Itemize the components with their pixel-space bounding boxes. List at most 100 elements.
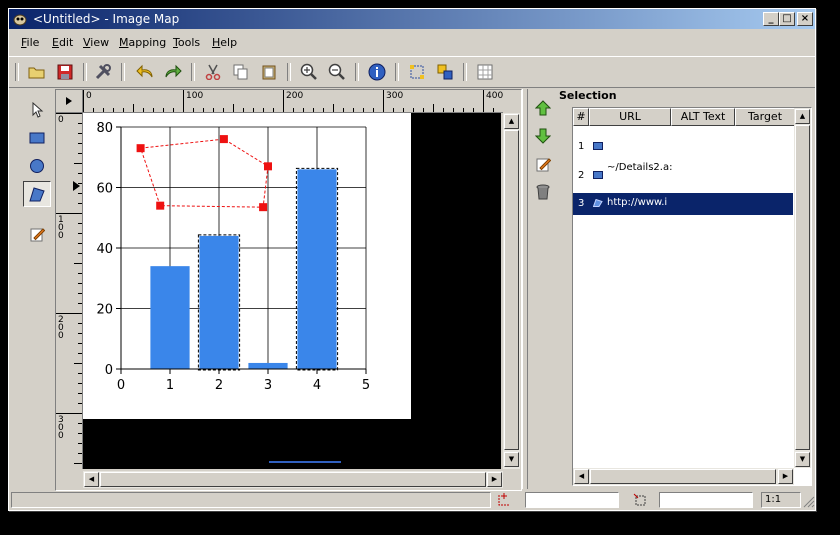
save-icon[interactable] [55, 62, 75, 82]
arrow-icon[interactable] [23, 97, 51, 123]
polygon-icon [593, 199, 603, 207]
selection-table[interactable]: # URL ALT Text Target 1 2 ~/Details2.a: … [572, 107, 812, 486]
bar [150, 266, 190, 369]
arrange-icon[interactable] [435, 62, 455, 82]
scroll-down-button[interactable]: ▼ [504, 452, 519, 467]
polygon-handle [136, 144, 145, 153]
zoom-in-icon[interactable] [299, 62, 319, 82]
table-row[interactable]: 2 ~/Details2.a: [573, 162, 793, 184]
scroll-left-button[interactable]: ◀ [574, 469, 589, 484]
scroll-right-button[interactable]: ▶ [487, 472, 502, 487]
open-icon[interactable] [27, 62, 47, 82]
edit-map-icon[interactable] [407, 62, 427, 82]
edit-area-icon[interactable] [23, 221, 51, 247]
x-tick-label: 2 [215, 378, 223, 393]
menu-edit[interactable]: Edit [52, 36, 73, 49]
column-header-target[interactable]: Target [735, 108, 795, 126]
scroll-thumb[interactable] [100, 472, 486, 487]
redo-icon[interactable] [163, 62, 183, 82]
scroll-up-button[interactable]: ▲ [795, 109, 810, 124]
copy-icon[interactable] [231, 62, 251, 82]
scroll-right-button[interactable]: ▶ [778, 469, 793, 484]
rectangle-icon[interactable] [23, 125, 51, 151]
table-row-selected[interactable]: 3 http://www.i [573, 193, 793, 215]
coordinates-icon [498, 493, 509, 506]
undo-icon[interactable] [135, 62, 155, 82]
menu-help[interactable]: Help [212, 36, 237, 49]
y-tick-label: 40 [96, 242, 113, 257]
menu-file[interactable]: File [21, 36, 39, 49]
ruler-label: 100 [186, 91, 204, 101]
paste-icon[interactable] [259, 62, 279, 82]
ruler-label: 0 [58, 115, 64, 125]
y-tick-label: 80 [96, 121, 113, 136]
column-header-url[interactable]: URL [589, 108, 671, 126]
row-number: 1 [578, 141, 585, 152]
scroll-thumb[interactable] [504, 130, 519, 450]
cut-icon[interactable] [203, 62, 223, 82]
maximize-button[interactable]: □ [779, 12, 795, 26]
minimize-button[interactable]: _ [763, 12, 779, 26]
scroll-thumb[interactable] [590, 469, 776, 484]
edit-icon[interactable] [532, 153, 554, 175]
rectangle-icon [593, 142, 603, 150]
pane-divider[interactable] [522, 89, 528, 489]
selection-title: Selection [559, 89, 617, 102]
polygon-handle [219, 135, 228, 144]
polygon-icon[interactable] [23, 181, 51, 207]
polygon-area [139, 138, 269, 208]
vertical-ruler: 0 1 0 0 2 0 0 3 0 0 [56, 113, 83, 469]
ruler-label: 2 0 0 [58, 315, 64, 341]
canvas-horizontal-scrollbar[interactable]: ◀ ▶ [83, 471, 503, 488]
circle-icon[interactable] [23, 153, 51, 179]
menu-tools[interactable]: Tools [173, 36, 200, 49]
table-horizontal-scrollbar[interactable]: ◀ ▶ [573, 468, 794, 485]
table-row[interactable]: 1 [573, 136, 793, 158]
ruler-label: 3 0 0 [58, 415, 64, 441]
delete-icon[interactable] [532, 181, 554, 203]
menu-view[interactable]: View [83, 36, 109, 49]
ruler-corner [56, 90, 83, 113]
coordinates-field [525, 492, 619, 508]
zoom-level: 1:1 [761, 492, 801, 508]
resize-grip-icon [803, 496, 815, 508]
column-header-number[interactable]: # [573, 108, 589, 126]
x-tick-label: 1 [166, 378, 174, 393]
scroll-thumb[interactable] [795, 125, 810, 450]
dimensions-icon [633, 493, 646, 506]
menu-mapping[interactable]: Mapping [119, 36, 166, 49]
bar-chart: 0 1 2 3 4 5 0 20 40 60 80 [96, 121, 370, 393]
row-url: http://www.i [607, 197, 668, 208]
zoom-out-icon[interactable] [327, 62, 347, 82]
ruler-label: 200 [286, 91, 304, 101]
row-number: 2 [578, 170, 585, 181]
title-bar[interactable]: <Untitled> - Image Map _ □ × [9, 9, 815, 29]
column-header-alt-text[interactable]: ALT Text [671, 108, 735, 126]
table-vertical-scrollbar[interactable]: ▲ ▼ [794, 108, 811, 468]
bar [248, 362, 288, 369]
scroll-left-button[interactable]: ◀ [84, 472, 99, 487]
move-up-icon[interactable] [532, 97, 554, 119]
status-bar: 1:1 [9, 490, 815, 510]
preferences-icon[interactable] [93, 62, 113, 82]
scroll-down-button[interactable]: ▼ [795, 452, 810, 467]
canvas-frame: 0 100 200 300 400 0 1 0 0 2 0 0 3 0 0 01… [55, 89, 522, 491]
dimensions-field [659, 492, 753, 508]
row-url: ~/Details2.a: [607, 162, 673, 173]
grid-icon[interactable] [475, 62, 495, 82]
scroll-up-button[interactable]: ▲ [504, 114, 519, 129]
scroll-corner [503, 471, 520, 488]
ruler-label: 300 [386, 91, 404, 101]
x-tick-label: 3 [264, 378, 272, 393]
window-title: <Untitled> - Image Map [33, 12, 180, 26]
polygon-handle [264, 162, 272, 171]
info-icon[interactable] [367, 62, 387, 82]
y-tick-label: 60 [96, 182, 113, 197]
menu-bar: File Edit View Mapping Tools Help [9, 33, 815, 51]
move-down-icon[interactable] [532, 125, 554, 147]
canvas-vertical-scrollbar[interactable]: ▲ ▼ [503, 113, 520, 469]
image-canvas[interactable]: 0 1 2 3 4 5 0 20 40 60 80 [83, 113, 501, 469]
close-button[interactable]: × [797, 12, 813, 26]
polygon-handle [259, 203, 268, 212]
status-message [11, 492, 491, 508]
